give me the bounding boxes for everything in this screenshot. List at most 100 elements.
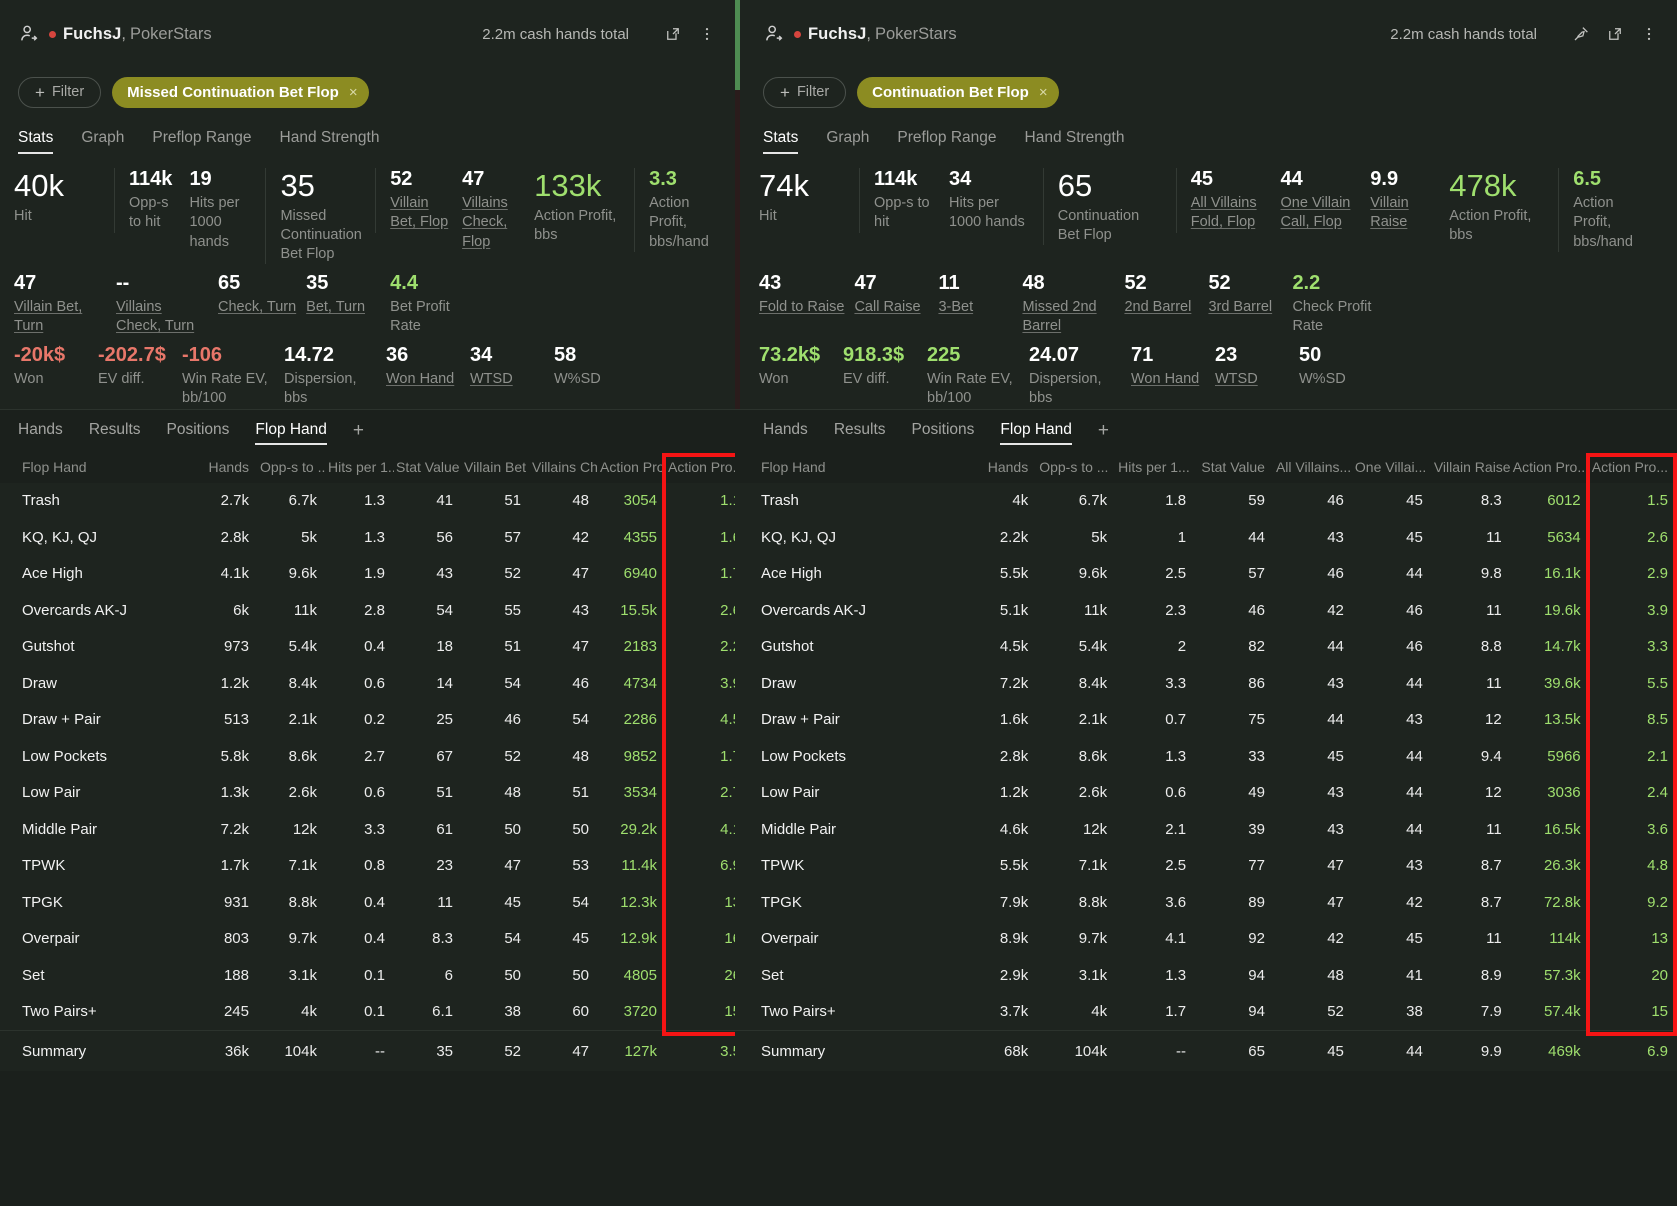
column-header[interactable]: Villain Bet xyxy=(462,456,530,483)
more-vertical-icon[interactable] xyxy=(697,24,717,44)
pin-icon[interactable] xyxy=(1571,24,1591,44)
table-row[interactable]: Overcards AK-J 6k 11k 2.8 54 55 43 15.5k 2.6 xyxy=(0,592,735,629)
column-header[interactable]: Action Pro... xyxy=(1590,456,1677,483)
stat-label-link[interactable]: Villain Bet, Flop xyxy=(390,194,452,233)
subtab-positions[interactable]: Positions xyxy=(912,421,975,445)
column-header[interactable]: Hands xyxy=(958,456,1037,483)
table-row[interactable]: Draw + Pair 513 2.1k 0.2 25 46 54 2286 4.5 xyxy=(0,702,735,739)
popout-icon[interactable] xyxy=(1605,24,1625,44)
table-row[interactable]: Draw 1.2k 8.4k 0.6 14 54 46 4734 3.9 xyxy=(0,665,735,702)
column-header[interactable]: Stat Value xyxy=(394,456,462,483)
column-header[interactable]: Flop Hand xyxy=(0,456,190,483)
person-add-icon[interactable] xyxy=(763,23,785,45)
column-header[interactable]: Villains Ch... xyxy=(530,456,598,483)
active-filter-chip[interactable]: Continuation Bet Flop × xyxy=(857,76,1059,108)
stat-label-link[interactable]: Won Hand xyxy=(386,370,460,389)
stat-label-link[interactable]: Villains Check, Turn xyxy=(116,298,208,337)
table-row[interactable]: Middle Pair 7.2k 12k 3.3 61 50 50 29.2k 4.1 xyxy=(0,811,735,848)
stat-label-link[interactable]: Bet, Turn xyxy=(306,298,380,317)
tab-graph[interactable]: Graph xyxy=(826,129,869,154)
stat-label-link[interactable]: WTSD xyxy=(1215,370,1289,389)
table-row[interactable]: TPGK 7.9k 8.8k 3.6 89 47 42 8.7 72.8k 9.2 xyxy=(735,884,1677,921)
column-header[interactable]: Action Pro... xyxy=(598,456,666,483)
table-row[interactable]: TPGK 931 8.8k 0.4 11 45 54 12.3k 13 xyxy=(0,884,735,921)
column-header[interactable]: Hits per 1... xyxy=(326,456,394,483)
table-row[interactable]: Ace High 5.5k 9.6k 2.5 57 46 44 9.8 16.1k 2.9 xyxy=(735,556,1677,593)
column-header[interactable]: Stat Value xyxy=(1195,456,1274,483)
stat-label-link[interactable]: Missed 2nd Barrel xyxy=(1022,298,1114,337)
tab-hand-strength[interactable]: Hand Strength xyxy=(1025,129,1125,154)
table-row[interactable]: Low Pair 1.2k 2.6k 0.6 49 43 44 12 3036 2.4 xyxy=(735,775,1677,812)
add-subtab-button[interactable]: + xyxy=(1098,421,1109,444)
tab-stats[interactable]: Stats xyxy=(763,129,799,154)
table-row[interactable]: Set 2.9k 3.1k 1.3 94 48 41 8.9 57.3k 20 xyxy=(735,957,1677,994)
table-row[interactable]: Two Pairs+ 245 4k 0.1 6.1 38 60 3720 15 xyxy=(0,994,735,1031)
tab-stats[interactable]: Stats xyxy=(18,129,54,154)
column-header[interactable]: Opp-s to ... xyxy=(258,456,326,483)
stat-label-link[interactable]: All Villains Fold, Flop xyxy=(1191,194,1271,233)
table-row[interactable]: Set 188 3.1k 0.1 6 50 50 4805 26 xyxy=(0,957,735,994)
column-header[interactable]: Opp-s to ... xyxy=(1037,456,1116,483)
table-row[interactable]: Overcards AK-J 5.1k 11k 2.3 46 42 46 11 19.6k 3.9 xyxy=(735,592,1677,629)
stat-label-link[interactable]: Villain Bet, Turn xyxy=(14,298,106,337)
add-filter-button[interactable]: + Filter xyxy=(763,76,847,108)
table-row[interactable]: Overpair 8.9k 9.7k 4.1 92 42 45 11 114k 13 xyxy=(735,921,1677,958)
subtab-results[interactable]: Results xyxy=(834,421,886,445)
table-row[interactable]: Draw + Pair 1.6k 2.1k 0.7 75 44 43 12 13.5k 8.5 xyxy=(735,702,1677,739)
subtab-results[interactable]: Results xyxy=(89,421,141,445)
table-cell: 45 xyxy=(1406,930,1423,948)
stat-label-link[interactable]: 3-Bet xyxy=(938,298,1012,317)
stat-label-link[interactable]: 3rd Barrel xyxy=(1208,298,1282,317)
table-row[interactable]: Trash 4k 6.7k 1.8 59 46 45 8.3 6012 1.5 xyxy=(735,483,1677,520)
table-row[interactable]: Low Pair 1.3k 2.6k 0.6 51 48 51 3534 2.7 xyxy=(0,775,735,812)
stat-label-link[interactable]: Check, Turn xyxy=(218,298,296,317)
stat-label-link[interactable]: Villain Raise xyxy=(1370,194,1439,233)
stat-label-link[interactable]: Call Raise xyxy=(854,298,928,317)
add-filter-button[interactable]: + Filter xyxy=(18,76,102,108)
stat-label-link[interactable]: Won Hand xyxy=(1131,370,1205,389)
stat-label-link[interactable]: 2nd Barrel xyxy=(1124,298,1198,317)
column-header[interactable]: Action Pro... xyxy=(666,456,735,483)
subtab-flop-hand[interactable]: Flop Hand xyxy=(1000,421,1072,445)
stat-label-link[interactable]: One Villain Call, Flop xyxy=(1281,194,1361,233)
tab-hand-strength[interactable]: Hand Strength xyxy=(280,129,380,154)
table-row[interactable]: Ace High 4.1k 9.6k 1.9 43 52 47 6940 1.7 xyxy=(0,556,735,593)
table-row[interactable]: KQ, KJ, QJ 2.2k 5k 1 44 43 45 11 5634 2.6 xyxy=(735,519,1677,556)
tab-preflop-range[interactable]: Preflop Range xyxy=(897,129,996,154)
subtab-positions[interactable]: Positions xyxy=(167,421,230,445)
popout-icon[interactable] xyxy=(663,24,683,44)
stat-label-link[interactable]: Villains Check, Flop xyxy=(462,194,524,252)
tab-preflop-range[interactable]: Preflop Range xyxy=(152,129,251,154)
table-row[interactable]: Two Pairs+ 3.7k 4k 1.7 94 52 38 7.9 57.4k 15 xyxy=(735,994,1677,1031)
subtab-flop-hand[interactable]: Flop Hand xyxy=(255,421,327,445)
more-vertical-icon[interactable] xyxy=(1639,24,1659,44)
person-add-icon[interactable] xyxy=(18,23,40,45)
table-row[interactable]: KQ, KJ, QJ 2.8k 5k 1.3 56 57 42 4355 1.6 xyxy=(0,519,735,556)
table-row[interactable]: Low Pockets 2.8k 8.6k 1.3 33 45 44 9.4 5966 2.1 xyxy=(735,738,1677,775)
tab-graph[interactable]: Graph xyxy=(81,129,124,154)
column-header[interactable]: Villain Raise xyxy=(1432,456,1511,483)
table-row[interactable]: Draw 7.2k 8.4k 3.3 86 43 44 11 39.6k 5.5 xyxy=(735,665,1677,702)
table-row[interactable]: Gutshot 4.5k 5.4k 2 82 44 46 8.8 14.7k 3.3 xyxy=(735,629,1677,666)
column-header[interactable]: All Villains... xyxy=(1274,456,1353,483)
subtab-hands[interactable]: Hands xyxy=(763,421,808,445)
stat-label-link[interactable]: Fold to Raise xyxy=(759,298,844,317)
column-header[interactable]: Hands xyxy=(190,456,258,483)
table-row[interactable]: Trash 2.7k 6.7k 1.3 41 51 48 3054 1.1 xyxy=(0,483,735,520)
column-header[interactable]: Action Pro... xyxy=(1511,456,1590,483)
active-filter-chip[interactable]: Missed Continuation Bet Flop × xyxy=(112,76,369,108)
table-row[interactable]: Overpair 803 9.7k 0.4 8.3 54 45 12.9k 16 xyxy=(0,921,735,958)
table-row[interactable]: TPWK 1.7k 7.1k 0.8 23 47 53 11.4k 6.9 xyxy=(0,848,735,885)
table-row[interactable]: TPWK 5.5k 7.1k 2.5 77 47 43 8.7 26.3k 4.8 xyxy=(735,848,1677,885)
table-row[interactable]: Gutshot 973 5.4k 0.4 18 51 47 2183 2.2 xyxy=(0,629,735,666)
table-row[interactable]: Middle Pair 4.6k 12k 2.1 39 43 44 11 16.5k 3.6 xyxy=(735,811,1677,848)
column-header[interactable]: One Villai... xyxy=(1353,456,1432,483)
close-icon[interactable]: × xyxy=(1039,84,1048,101)
close-icon[interactable]: × xyxy=(349,84,358,101)
stat-label-link[interactable]: WTSD xyxy=(470,370,544,389)
column-header[interactable]: Flop Hand xyxy=(735,456,958,483)
add-subtab-button[interactable]: + xyxy=(353,421,364,444)
table-row[interactable]: Low Pockets 5.8k 8.6k 2.7 67 52 48 9852 1.7 xyxy=(0,738,735,775)
subtab-hands[interactable]: Hands xyxy=(18,421,63,445)
column-header[interactable]: Hits per 1... xyxy=(1116,456,1195,483)
